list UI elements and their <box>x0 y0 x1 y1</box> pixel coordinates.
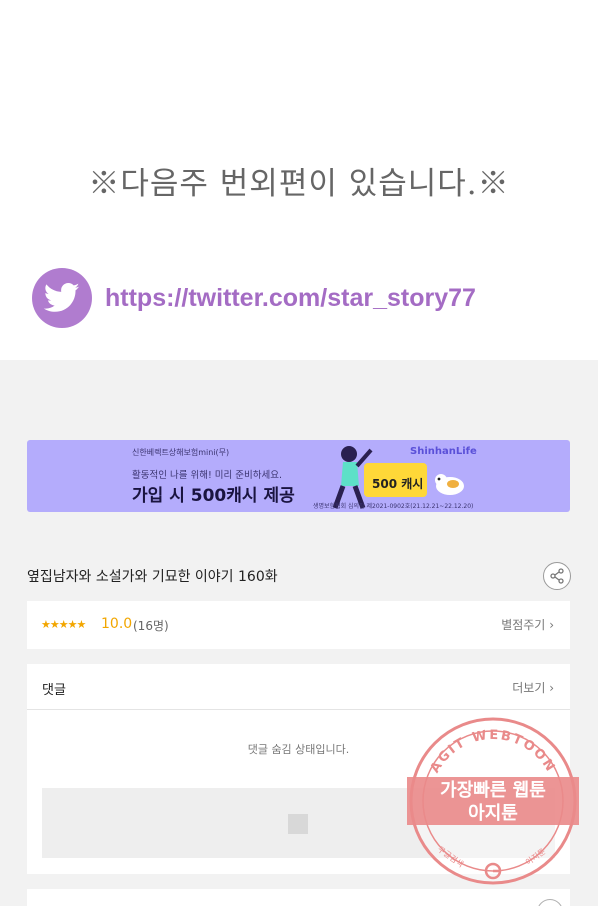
chevron-right-icon: › <box>549 618 554 632</box>
more-comments-button[interactable]: 더보기 › <box>512 679 554 696</box>
rating-card: ★★★★★ 10.0 (16명) 별점주기 › <box>27 601 570 649</box>
circle-button-icon[interactable] <box>537 899 563 906</box>
share-icon <box>550 568 564 584</box>
ad-cash-badge: 500 캐시 <box>364 463 427 497</box>
comment-title: 댓글 <box>42 683 66 698</box>
ad-headline: 가입 시 500캐시 제공 <box>132 486 295 506</box>
comment-section: 댓글 더보기 › 댓글 숨김 상태입니다. <box>27 664 570 874</box>
twitter-bird-icon[interactable] <box>32 268 92 328</box>
comment-header: 댓글 더보기 › <box>27 664 570 710</box>
next-week-notice: ※다음주 번외편이 있습니다.※ <box>88 166 510 202</box>
twitter-link[interactable]: https://twitter.com/star_story77 <box>32 268 476 328</box>
episode-title: 옆집남자와 소설가와 기묘한 이야기 160화 <box>27 569 278 585</box>
ad-banner[interactable]: 신한베렉트상해보험mini(무) 활동적인 나를 위해! 미리 준비하세요. 가… <box>27 440 570 512</box>
share-button[interactable] <box>543 562 571 590</box>
comment-placeholder <box>42 788 555 858</box>
comments-hidden-message: 댓글 숨김 상태입니다. <box>247 743 350 756</box>
rating-count: (16명) <box>133 619 169 633</box>
rating-score: 10.0 <box>101 616 133 632</box>
ad-fine-print: 생명보험협회 심의필 제2021-0902호(21.12.21~22.12.20… <box>313 503 474 510</box>
rating-stars: ★★★★★ <box>41 618 86 631</box>
rate-button[interactable]: 별점주기 › <box>501 616 554 633</box>
ad-dog-illustration <box>435 474 464 495</box>
ad-subtitle: 활동적인 나를 위해! 미리 준비하세요. <box>132 470 283 481</box>
ad-product-name: 신한베렉트상해보험mini(무) <box>132 448 230 457</box>
chevron-right-icon: › <box>549 681 554 695</box>
placeholder-image-icon <box>288 814 308 834</box>
ad-brand-logo: ShinhanLife <box>410 446 477 457</box>
episode-content-panel: ※다음주 번외편이 있습니다.※ https://twitter.com/sta… <box>0 0 598 360</box>
twitter-url[interactable]: https://twitter.com/star_story77 <box>105 284 476 313</box>
next-section-card <box>27 889 570 906</box>
